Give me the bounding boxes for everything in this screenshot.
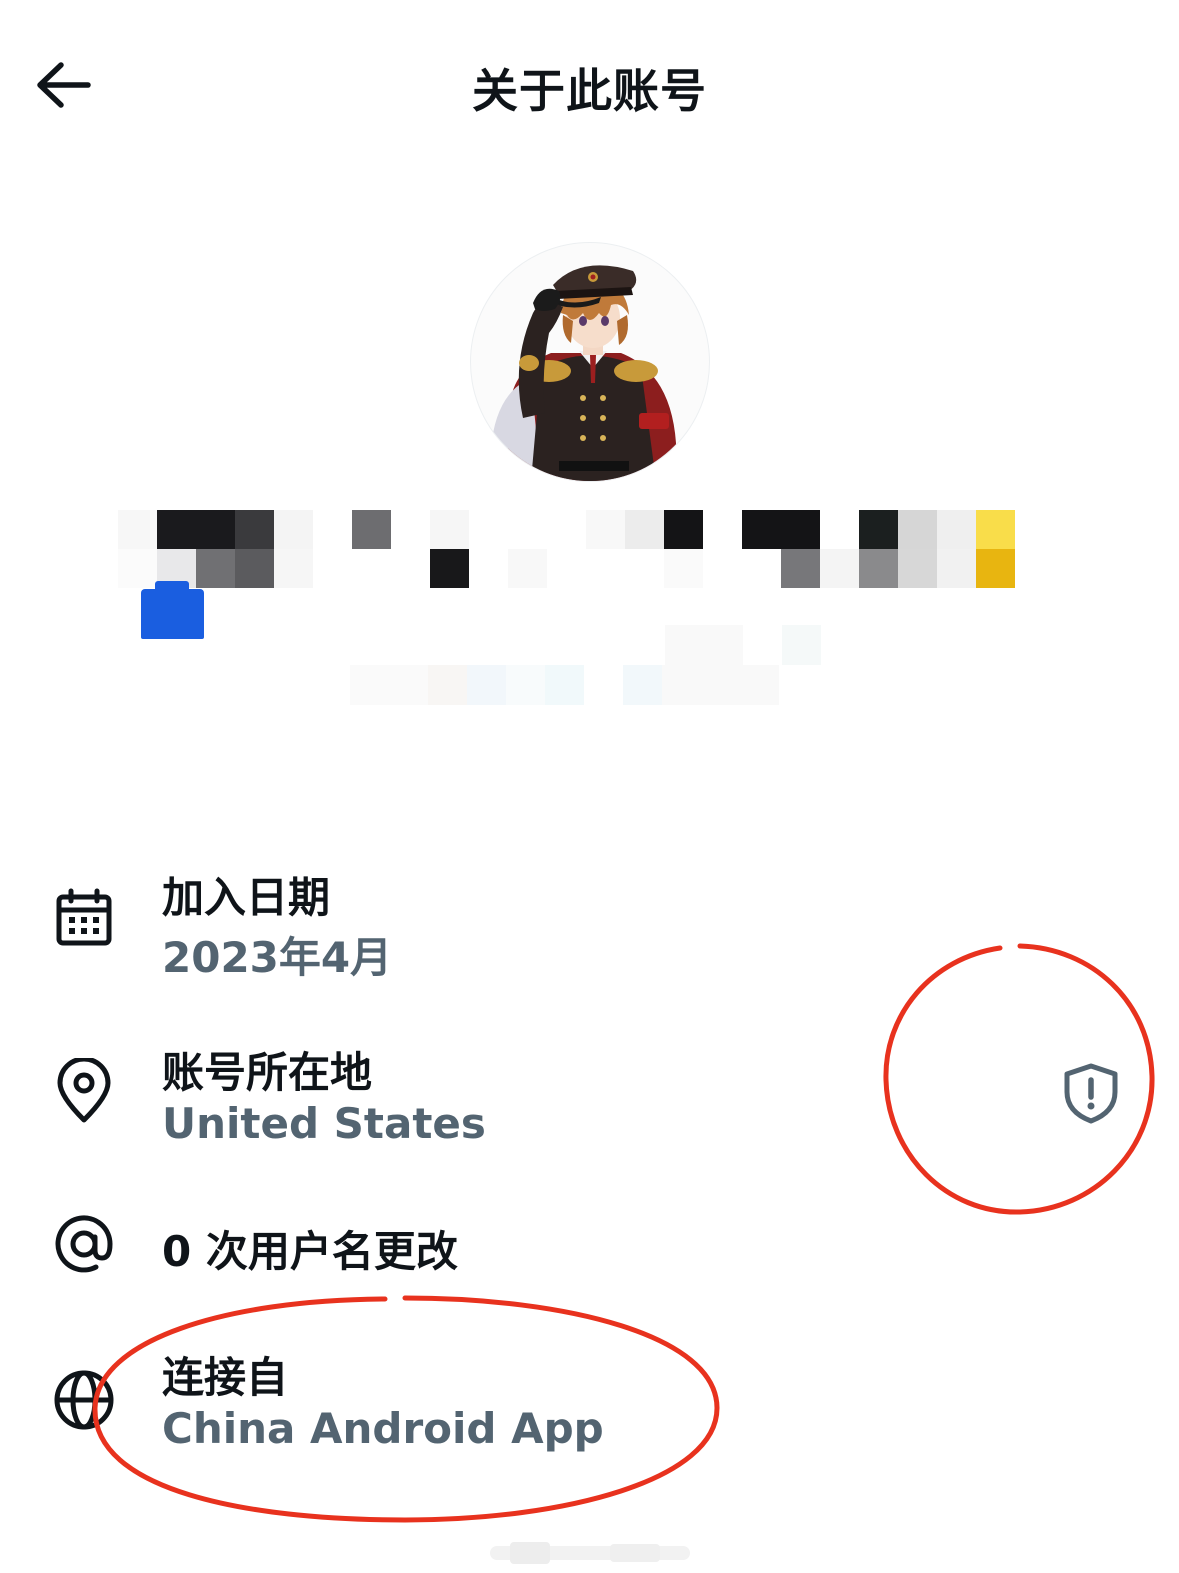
location-value: United States	[162, 1099, 486, 1148]
connected-via-value: China Android App	[162, 1404, 604, 1453]
avatar-image	[486, 265, 676, 481]
connected-via-label: 连接自	[162, 1353, 289, 1402]
location-pin-icon	[50, 1057, 118, 1125]
username-changes-row: 0 次用户名更改	[0, 1210, 1179, 1290]
joined-value: 2023年4月	[162, 933, 393, 982]
display-name-redacted	[118, 510, 1028, 590]
account-location-row: 账号所在地 United States	[0, 1035, 1179, 1155]
calendar-icon	[50, 885, 118, 953]
page-title: 关于此账号	[472, 64, 707, 118]
globe-icon	[50, 1366, 118, 1434]
location-label: 账号所在地	[162, 1048, 373, 1097]
avatar[interactable]	[470, 242, 710, 482]
verified-badge	[141, 581, 204, 639]
joined-date-row: 加入日期 2023年4月	[0, 860, 1179, 982]
at-sign-icon	[50, 1210, 118, 1278]
shield-alert-icon	[1064, 1063, 1118, 1124]
watermark-smudge	[490, 1542, 690, 1564]
connected-via-row: 连接自 China Android App	[0, 1340, 1179, 1460]
handle-redacted	[350, 625, 830, 705]
joined-label: 加入日期	[162, 873, 331, 922]
username-changes-label: 0 次用户名更改	[162, 1227, 458, 1276]
location-info-button[interactable]	[1058, 1060, 1124, 1126]
